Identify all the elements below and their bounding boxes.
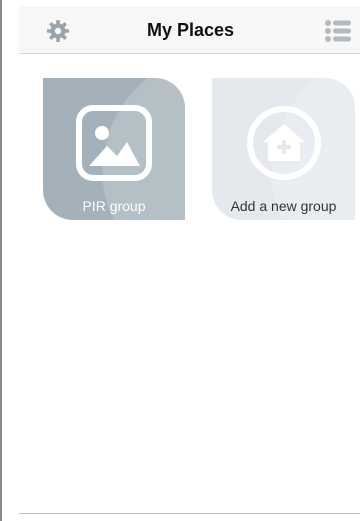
menu-button[interactable] [324,18,352,44]
page-title: My Places [146,20,235,40]
group-label: PIR group [82,198,146,214]
list-menu-icon [325,20,351,42]
bottom-divider [19,513,360,514]
group-label: Add a new group [230,198,337,214]
group-tile-pir[interactable]: PIR group [43,78,185,220]
top-bar: My Places [19,6,360,54]
group-grid: PIR group Add a new group [19,54,360,514]
app-screen: My Places PIR group Add a new group [0,0,360,521]
image-icon [76,105,152,181]
add-group-tile[interactable]: Add a new group [212,78,355,220]
house-plus-icon [246,106,321,180]
